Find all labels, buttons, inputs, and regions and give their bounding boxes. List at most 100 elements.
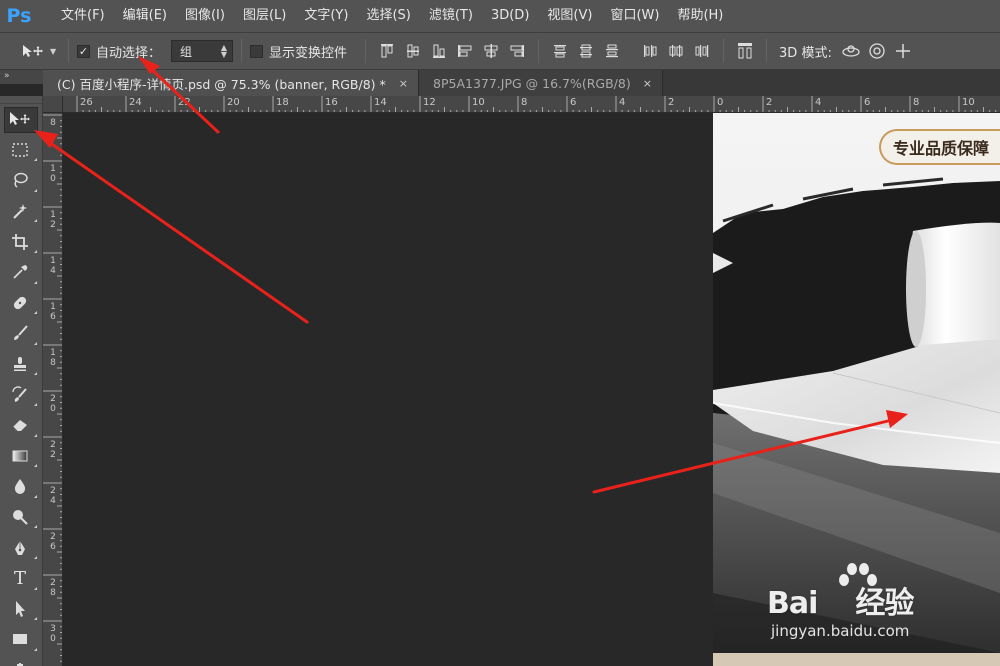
menu-bar: Ps 文件(F) 编辑(E) 图像(I) 图层(L) 文字(Y) 选择(S) 滤… xyxy=(0,0,1000,32)
more-tools-indicator xyxy=(34,249,37,253)
history-brush-icon xyxy=(12,386,27,402)
distribute-left-icon[interactable] xyxy=(637,38,663,64)
tool-dodge[interactable] xyxy=(0,502,40,533)
align-left-edges-icon[interactable] xyxy=(452,38,478,64)
tool-healing[interactable] xyxy=(0,288,40,319)
tool-eyedropper[interactable] xyxy=(0,257,40,288)
tool-blur[interactable] xyxy=(0,471,40,502)
ruler-label: 10 xyxy=(50,164,56,184)
align-top-edges-icon[interactable] xyxy=(374,38,400,64)
more-tools-indicator xyxy=(34,464,37,468)
tab-second-document[interactable]: 8P5A1377.JPG @ 16.7%(RGB/8) × xyxy=(419,70,663,96)
photoshop-logo: Ps xyxy=(6,5,32,27)
vertical-ruler[interactable]: 8101214161820222426283032 xyxy=(43,113,63,666)
tool-gradient[interactable] xyxy=(0,441,40,472)
auto-select-target-value: 组 xyxy=(180,44,193,59)
ruler-label: 8 xyxy=(913,97,920,108)
close-icon[interactable]: × xyxy=(643,77,652,90)
more-tools-indicator xyxy=(34,525,37,529)
3d-roll-icon[interactable] xyxy=(864,38,890,64)
distribute-horizontal-centers-icon[interactable] xyxy=(663,38,689,64)
align-bottom-edges-icon[interactable] xyxy=(426,38,452,64)
horizontal-ruler[interactable]: 26 24 22 20 18 16 14 12 10 8 6 4 2 0 2 4 6 8 10 xyxy=(63,96,1000,113)
move-tool-icon xyxy=(10,112,30,126)
close-icon[interactable]: × xyxy=(399,77,408,90)
blur-tool-icon xyxy=(14,479,26,495)
menu-type[interactable]: 文字(Y) xyxy=(295,0,357,32)
crop-tool-icon xyxy=(12,233,28,250)
tab-label: (C) 百度小程序-详情页.psd @ 75.3% (banner, RGB/8… xyxy=(57,76,386,92)
tab-active-document[interactable]: (C) 百度小程序-详情页.psd @ 75.3% (banner, RGB/8… xyxy=(43,70,419,96)
menu-image[interactable]: 图像(I) xyxy=(176,0,234,32)
3d-pan-icon[interactable] xyxy=(890,38,916,64)
ruler-label: 4 xyxy=(815,97,822,108)
ruler-label: 2 xyxy=(668,97,675,108)
menu-filter[interactable]: 滤镜(T) xyxy=(420,0,482,32)
path-selection-icon xyxy=(16,600,25,617)
auto-select-target-dropdown[interactable]: 组 ▲ ▼ xyxy=(171,40,234,62)
distribute-bottom-icon[interactable] xyxy=(599,38,625,64)
tool-rectangle[interactable] xyxy=(0,624,40,655)
rectangle-tool-icon xyxy=(13,634,27,645)
tool-history-brush[interactable] xyxy=(0,379,40,410)
menu-edit[interactable]: 编辑(E) xyxy=(114,0,176,32)
toolbox: T xyxy=(0,96,43,666)
ruler-label: 12 xyxy=(50,210,56,230)
tool-hand[interactable] xyxy=(0,655,40,666)
check-icon: ✓ xyxy=(78,44,89,58)
watermark-brand-cn: 经验 xyxy=(855,586,914,621)
tool-crop[interactable] xyxy=(0,226,40,257)
marquee-tool-icon xyxy=(12,143,28,157)
tool-eraser[interactable] xyxy=(0,410,40,441)
auto-select-checkbox[interactable]: ✓ xyxy=(77,44,90,58)
menu-select[interactable]: 选择(S) xyxy=(357,0,419,32)
ruler-label: 10 xyxy=(472,97,485,108)
tool-path-selection[interactable] xyxy=(0,594,40,625)
divider xyxy=(538,39,540,63)
3d-orbit-icon[interactable] xyxy=(838,38,864,64)
tool-move[interactable] xyxy=(0,104,40,135)
ruler-label: 6 xyxy=(864,97,871,108)
menu-layer[interactable]: 图层(L) xyxy=(234,0,295,32)
tool-type[interactable]: T xyxy=(0,563,40,594)
auto-align-layers-icon[interactable] xyxy=(732,38,758,64)
tool-marquee[interactable] xyxy=(0,135,40,166)
menu-view[interactable]: 视图(V) xyxy=(538,0,601,32)
magic-wand-icon xyxy=(13,204,27,219)
divider xyxy=(241,39,243,63)
align-horizontal-centers-icon[interactable] xyxy=(478,38,504,64)
chevron-down-icon: ▼ xyxy=(50,46,57,56)
tool-clone-stamp[interactable] xyxy=(0,349,40,380)
show-transform-label: 显示变换控件 xyxy=(269,45,348,61)
align-vertical-centers-icon[interactable] xyxy=(400,38,426,64)
more-tools-indicator xyxy=(34,647,37,651)
tool-brush[interactable] xyxy=(0,318,40,349)
tool-lasso[interactable] xyxy=(0,165,40,196)
menu-file[interactable]: 文件(F) xyxy=(52,0,114,32)
distribute-top-icon[interactable] xyxy=(547,38,573,64)
ruler-label: 28 xyxy=(50,578,56,598)
clone-stamp-icon xyxy=(14,357,26,372)
baidu-watermark: Bai 经验 jingyan.baidu.com xyxy=(705,563,995,666)
distribute-vertical-centers-icon[interactable] xyxy=(573,38,599,64)
more-tools-indicator xyxy=(34,402,37,406)
tool-magic-wand[interactable] xyxy=(0,196,40,227)
menu-items: 文件(F) 编辑(E) 图像(I) 图层(L) 文字(Y) 选择(S) 滤镜(T… xyxy=(52,0,732,32)
menu-help[interactable]: 帮助(H) xyxy=(668,0,732,32)
move-tool-icon xyxy=(23,45,43,57)
show-transform-checkbox[interactable] xyxy=(250,44,264,58)
menu-window[interactable]: 窗口(W) xyxy=(601,0,668,32)
gradient-tool-icon xyxy=(12,450,28,462)
ruler-origin[interactable] xyxy=(43,96,63,113)
more-tools-indicator xyxy=(34,341,37,345)
toolbox-grip[interactable] xyxy=(0,96,42,104)
menu-3d[interactable]: 3D(D) xyxy=(482,0,538,32)
tool-pen[interactable] xyxy=(0,532,40,563)
more-tools-indicator xyxy=(34,433,37,437)
eyedropper-icon xyxy=(13,265,28,279)
expand-panels-icon[interactable]: » xyxy=(0,70,43,84)
distribute-right-icon[interactable] xyxy=(689,38,715,64)
tool-preset-picker[interactable]: ▼ xyxy=(0,33,60,69)
eraser-icon xyxy=(12,420,27,432)
align-right-edges-icon[interactable] xyxy=(504,38,530,64)
